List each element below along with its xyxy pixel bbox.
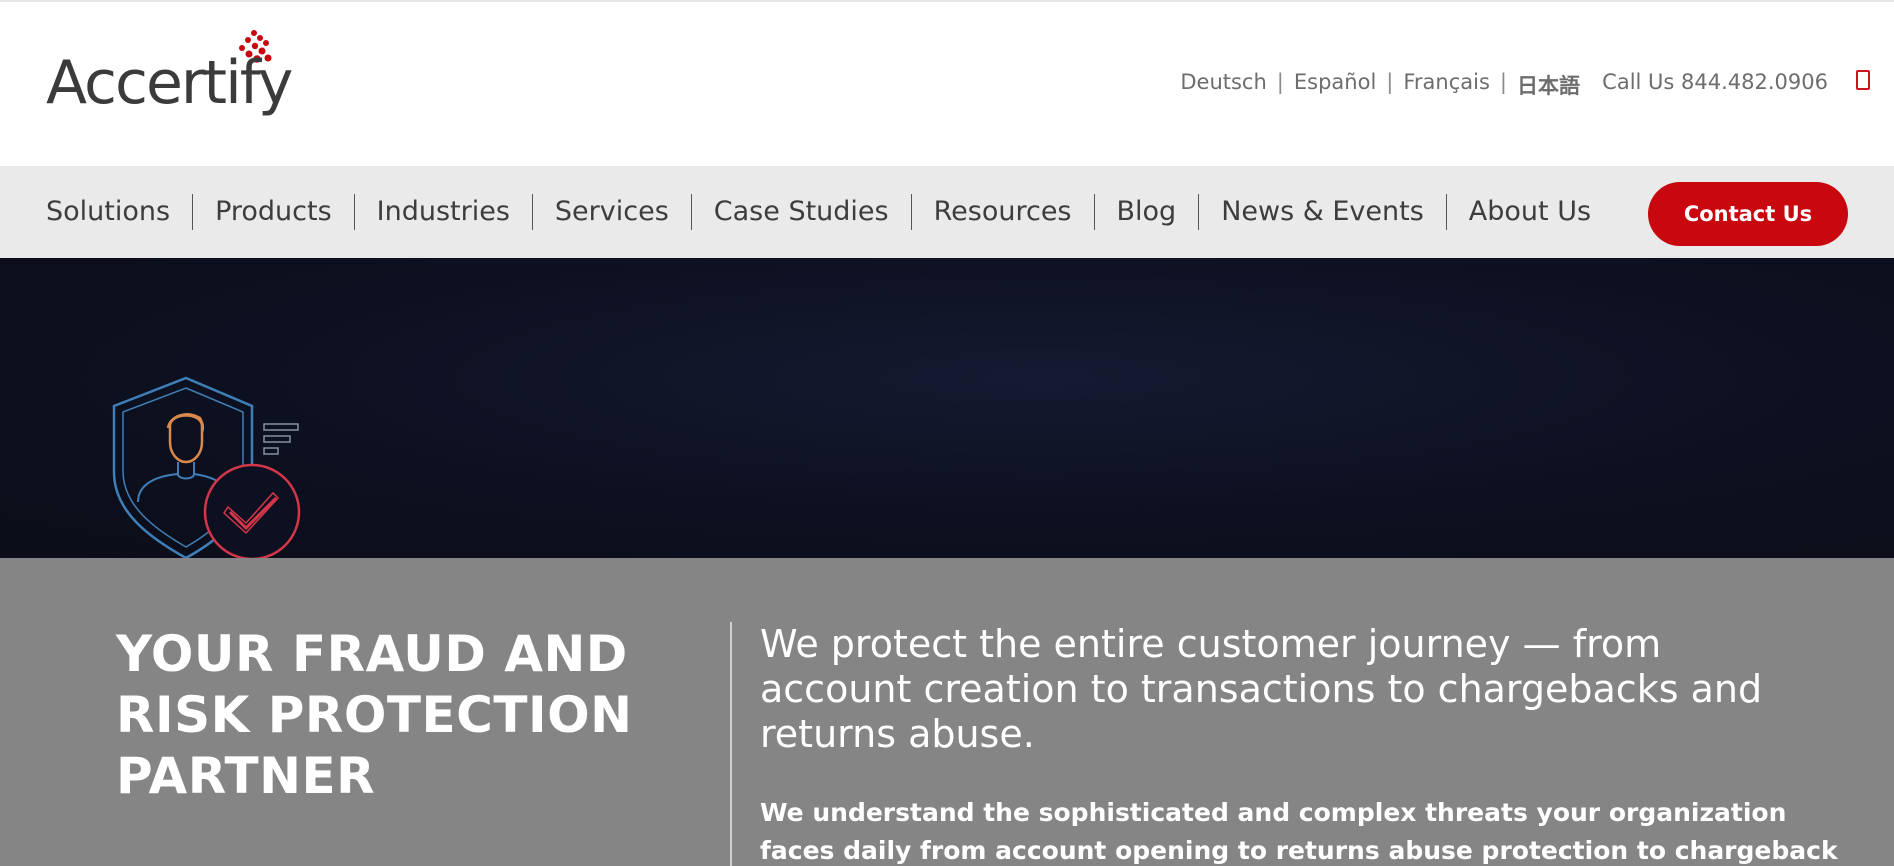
nav-item-blog[interactable]: Blog [1095, 194, 1200, 230]
vertical-divider [730, 622, 732, 866]
lang-espanol[interactable]: Español [1294, 70, 1376, 100]
nav-item-about-us[interactable]: About Us [1447, 194, 1613, 230]
nav-item-resources[interactable]: Resources [912, 194, 1095, 230]
lang-separator: | [1386, 70, 1394, 94]
contact-us-button[interactable]: Contact Us [1648, 182, 1848, 246]
sub-paragraph: We understand the sophisticated and comp… [760, 798, 1838, 865]
lang-deutsch[interactable]: Deutsch [1180, 70, 1266, 100]
lang-separator: | [1499, 70, 1507, 94]
intro-band: YOUR FRAUD AND RISK PROTECTION PARTNER W… [0, 558, 1894, 866]
shield-user-check-icon [112, 376, 301, 561]
nav-item-services[interactable]: Services [533, 194, 692, 230]
call-us-phone[interactable]: Call Us 844.482.0906 [1602, 70, 1828, 94]
main-nav: Solutions Products Industries Services C… [24, 194, 1613, 230]
top-header: Accertify Deutsch | Español | Français |… [0, 0, 1894, 166]
nav-item-case-studies[interactable]: Case Studies [692, 194, 912, 230]
lang-japanese[interactable]: 日本語 [1517, 70, 1580, 100]
nav-item-solutions[interactable]: Solutions [24, 194, 194, 230]
hero-banner [0, 258, 1894, 561]
lead-paragraph: We protect the entire customer journey —… [760, 622, 1763, 756]
nav-item-news-events[interactable]: News & Events [1199, 194, 1447, 230]
language-switcher: Deutsch | Español | Français | 日本語 [1180, 70, 1580, 100]
lang-francais[interactable]: Français [1403, 70, 1490, 100]
accertify-logo[interactable]: Accertify [46, 28, 296, 124]
search-icon[interactable] [1856, 70, 1870, 90]
logo-wordmark: Accertify [46, 48, 293, 118]
page-headline: YOUR FRAUD AND RISK PROTECTION PARTNER [116, 625, 633, 805]
lang-separator: | [1276, 70, 1284, 94]
nav-item-products[interactable]: Products [193, 194, 355, 230]
nav-item-industries[interactable]: Industries [355, 194, 533, 230]
main-nav-bar: Solutions Products Industries Services C… [0, 166, 1894, 258]
